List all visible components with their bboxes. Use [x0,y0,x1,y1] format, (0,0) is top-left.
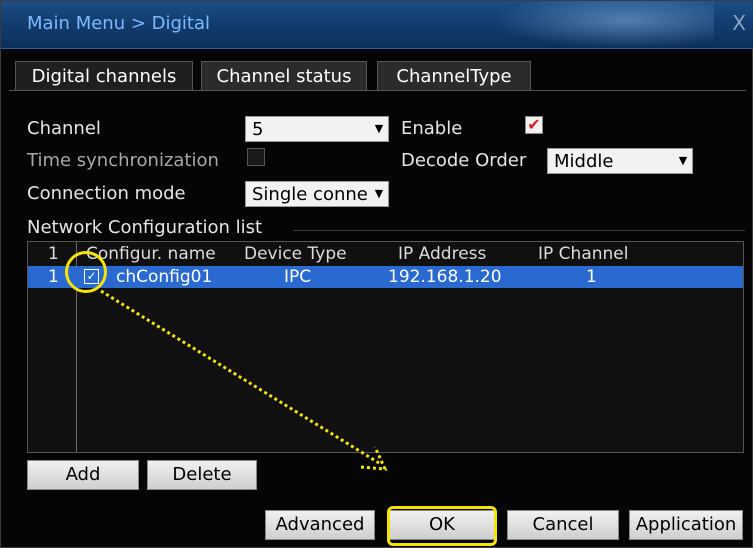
dotted-arrow-annotation [100,289,388,471]
digital-settings-window: Main Menu > Digital X Digital channels C… [0,0,753,548]
